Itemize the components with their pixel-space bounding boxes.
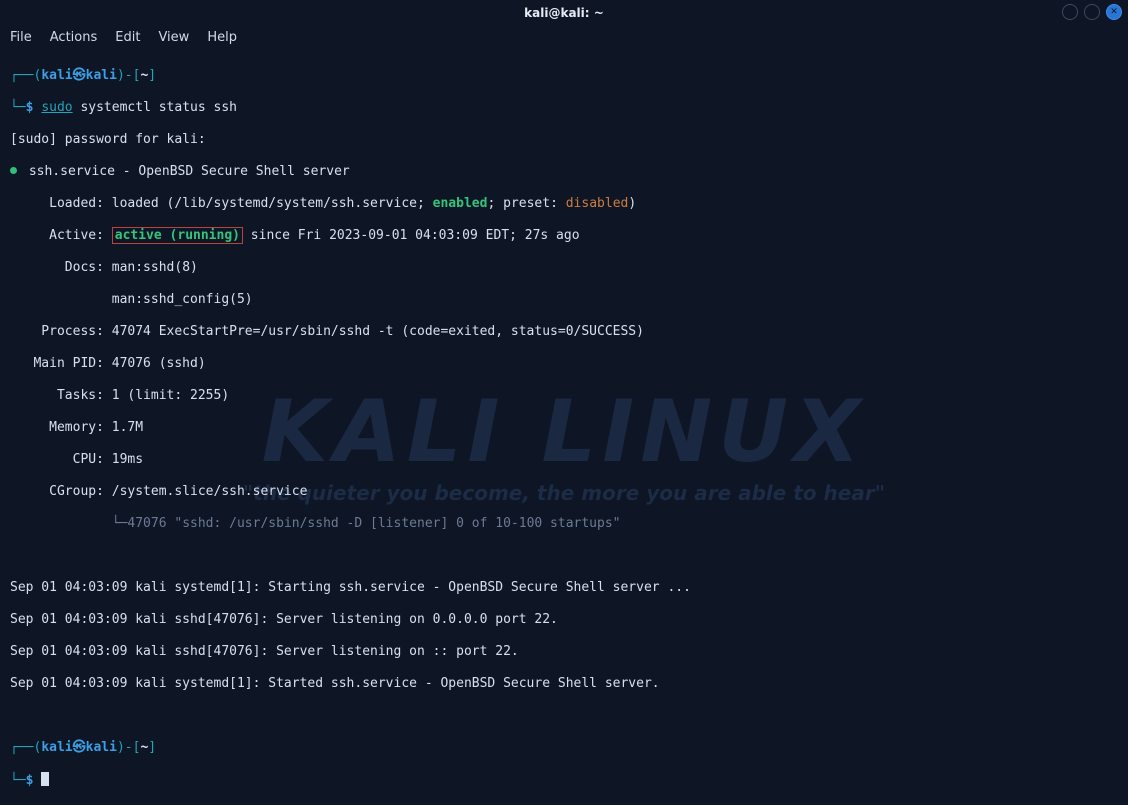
prompt-decor: ] [148,740,156,755]
prompt-decor: )-[ [117,740,140,755]
menubar: File Actions Edit View Help [0,26,1128,48]
menu-file[interactable]: File [10,30,32,45]
menu-edit[interactable]: Edit [115,30,140,45]
prompt-decor: └─ [10,773,26,788]
skull-icon: ㉿ [73,68,86,83]
prompt-user: kali [41,68,72,83]
cgroup-tree-line: └─47076 "sshd: /usr/sbin/sshd -D [listen… [10,516,1118,532]
prompt-host: kali [86,68,117,83]
field-value: ) [628,196,636,211]
docs-line-1: Docs: man:sshd(8) [10,260,1118,276]
status-enabled: enabled [433,196,488,211]
entered-command: systemctl status ssh [73,100,237,115]
field-label: CGroup: [10,484,112,499]
entered-command-sudo: sudo [41,100,72,115]
prompt-line-1: ┌──(kali㉿kali)-[~] [10,68,1118,84]
prompt-line-2: ┌──(kali㉿kali)-[~] [10,740,1118,756]
prompt-decor: ] [148,68,156,83]
tasks-line: Tasks: 1 (limit: 2255) [10,388,1118,404]
field-label: Loaded: [10,196,112,211]
sudo-password-prompt: [sudo] password for kali: [10,132,1118,148]
highlight-box: active (running) [112,227,243,244]
field-value: /system.slice/ssh.service [112,484,308,499]
field-value: loaded (/lib/systemd/system/ssh.service; [112,196,433,211]
status-disabled: disabled [566,196,629,211]
cgroup-process: 47076 "sshd: /usr/sbin/sshd -D [listener… [127,516,620,531]
active-line: Active: active (running) since Fri 2023-… [10,228,1118,244]
terminal-output[interactable]: ┌──(kali㉿kali)-[~] └─$ sudo systemctl st… [0,48,1128,805]
skull-icon: ㉿ [73,740,86,755]
service-header: ssh.service - OpenBSD Secure Shell serve… [10,164,1118,180]
menu-help[interactable]: Help [207,30,237,45]
prompt-decor: ┌──( [10,740,41,755]
close-button[interactable] [1106,4,1122,20]
window-titlebar: kali@kali: ~ [0,0,1128,26]
window-controls [1062,4,1122,20]
prompt-decor: )-[ [117,68,140,83]
menu-view[interactable]: View [158,30,189,45]
process-line: Process: 47074 ExecStartPre=/usr/sbin/ss… [10,324,1118,340]
prompt-sigil: $ [26,773,34,788]
field-value: since Fri 2023-09-01 04:03:09 EDT; 27s a… [243,228,580,243]
prompt-host: kali [86,740,117,755]
prompt-input-line[interactable]: └─$ [10,772,1118,789]
mainpid-line: Main PID: 47076 (sshd) [10,356,1118,372]
window-title: kali@kali: ~ [524,6,604,20]
field-label: Docs: [10,260,112,275]
memory-line: Memory: 1.7M [10,420,1118,436]
cgroup-line: CGroup: /system.slice/ssh.service [10,484,1118,500]
cpu-line: CPU: 19ms [10,452,1118,468]
menu-actions[interactable]: Actions [50,30,98,45]
log-line: Sep 01 04:03:09 kali sshd[47076]: Server… [10,612,1118,628]
status-dot-icon [10,167,17,174]
prompt-decor: └─ [10,100,26,115]
status-active: active (running) [115,228,240,243]
log-line: Sep 01 04:03:09 kali systemd[1]: Startin… [10,580,1118,596]
log-line: Sep 01 04:03:09 kali systemd[1]: Started… [10,676,1118,692]
maximize-button[interactable] [1084,4,1100,20]
field-value: man:sshd(8) [112,260,198,275]
field-label: Active: [10,228,112,243]
cursor-icon [41,772,49,786]
log-line: Sep 01 04:03:09 kali sshd[47076]: Server… [10,644,1118,660]
service-name: ssh.service - OpenBSD Secure Shell serve… [21,164,350,179]
prompt-sigil: $ [26,100,34,115]
blank-line [10,548,1118,564]
loaded-line: Loaded: loaded (/lib/systemd/system/ssh.… [10,196,1118,212]
command-line: └─$ sudo systemctl status ssh [10,100,1118,116]
prompt-path: ~ [140,740,148,755]
docs-line-2: man:sshd_config(5) [10,292,1118,308]
prompt-user: kali [41,740,72,755]
field-value: ; preset: [487,196,565,211]
blank-line [10,708,1118,724]
prompt-decor: ┌──( [10,68,41,83]
minimize-button[interactable] [1062,4,1078,20]
tree-branch-icon: └─ [10,516,127,531]
